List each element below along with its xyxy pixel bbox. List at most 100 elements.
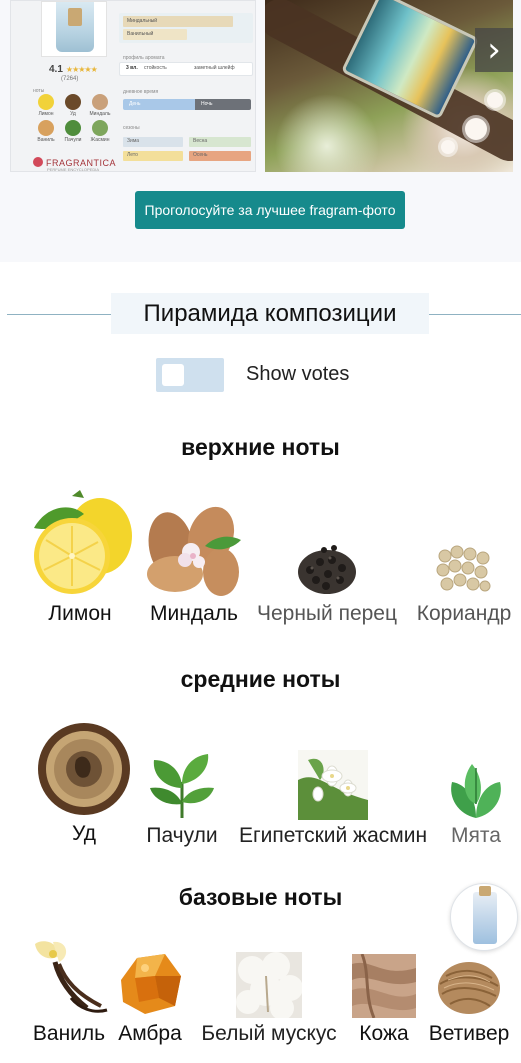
middle-notes-heading: средние ноты xyxy=(180,666,341,692)
mini-rating: 4.1 ★★★★★ xyxy=(49,64,98,75)
top-notes-heading: верхние ноты xyxy=(181,434,340,460)
coriander-icon xyxy=(436,545,491,592)
note-vetiver[interactable]: Ветивер xyxy=(424,954,514,1046)
photo-gallery: Миндальный Ванильный 4.1 ★★★★★ (7264) нот… xyxy=(0,0,521,262)
mini-note: Жасмин xyxy=(87,120,113,145)
toggle-knob xyxy=(162,364,184,386)
mini-profile-panel: 3 вл. стойкость заметный шлейф xyxy=(119,62,253,76)
vote-best-photo-button[interactable]: Проголосуйте за лучшее fragram-фото xyxy=(135,191,405,229)
note-mint[interactable]: Мята xyxy=(446,760,506,848)
fragrantica-logo-icon xyxy=(33,157,43,167)
perfume-cap xyxy=(479,886,491,896)
mini-accords-panel: Миндальный Ванильный xyxy=(119,13,253,43)
mini-note: Лимон xyxy=(33,94,59,119)
mini-note-icon xyxy=(92,94,108,110)
note-label: Черный перец xyxy=(256,602,398,625)
note-label: Египетский жасмин xyxy=(238,824,428,847)
fragram-photo[interactable] xyxy=(265,0,513,172)
note-label: Белый мускус xyxy=(201,1022,337,1045)
jasmine-icon xyxy=(298,750,368,820)
blossom xyxy=(465,118,487,140)
note-coriander[interactable]: Кориандр xyxy=(411,542,517,626)
vetiver-icon xyxy=(438,962,500,1014)
perfume-bottle-thumbnail xyxy=(41,1,107,57)
amber-icon xyxy=(121,954,181,1014)
patchouli-icon xyxy=(150,754,214,818)
white-musk-icon xyxy=(236,952,302,1018)
mini-longevity: 3 вл. xyxy=(126,65,138,71)
note-leather[interactable]: Кожа xyxy=(352,954,416,1046)
note-oud[interactable]: Уд xyxy=(36,720,132,846)
mini-rating-count: (7264) xyxy=(61,76,79,82)
note-almond[interactable]: Миндаль xyxy=(145,506,243,626)
divider-right xyxy=(429,314,521,315)
mini-time-caption: дневное время xyxy=(123,89,159,95)
note-label: Миндаль xyxy=(150,602,238,625)
mini-note-icon xyxy=(38,120,54,136)
mini-note: Миндаль xyxy=(87,94,113,119)
note-vanilla[interactable]: Ваниль xyxy=(28,938,110,1046)
floating-perfume-button[interactable] xyxy=(450,883,518,951)
fragrance-infographic-photo[interactable]: Миндальный Ванильный 4.1 ★★★★★ (7264) нот… xyxy=(10,0,256,172)
lemon-icon xyxy=(34,490,132,594)
mini-note-icon xyxy=(65,94,81,110)
divider-left xyxy=(7,314,111,315)
mini-note: Пачули xyxy=(60,120,86,145)
mini-note-label: Миндаль xyxy=(89,111,111,117)
note-label: Мята xyxy=(451,824,501,847)
show-votes-label: Show votes xyxy=(246,363,350,385)
blossom xyxy=(441,140,455,154)
base-notes-heading: базовые ноты xyxy=(178,884,343,910)
note-amber[interactable]: Амбра xyxy=(114,950,186,1046)
mini-season-summer: Лето xyxy=(123,151,183,161)
mini-night: Ночь xyxy=(195,99,251,110)
note-label: Пачули xyxy=(146,824,218,847)
mini-note: Ваниль xyxy=(33,120,59,145)
mini-note-icon xyxy=(38,94,54,110)
vanilla-icon xyxy=(35,941,108,1013)
leather-icon xyxy=(352,954,416,1018)
mini-accord-1: Миндальный xyxy=(123,16,233,27)
note-label: Кориандр xyxy=(416,602,512,625)
star-icons: ★★★★★ xyxy=(65,65,98,74)
mini-season-winter: Зима xyxy=(123,137,183,147)
mini-note-label: Лимон xyxy=(38,111,54,117)
mini-accord-2: Ванильный xyxy=(123,29,187,40)
mini-day-night-bar: День Ночь xyxy=(123,99,251,110)
note-label: Кожа xyxy=(359,1022,409,1045)
note-black-pepper[interactable]: Черный перец xyxy=(250,540,404,626)
note-white-musk[interactable]: Белый мускус xyxy=(194,952,344,1046)
blossom xyxy=(487,92,503,108)
black-pepper-icon xyxy=(298,545,356,594)
mini-day: День xyxy=(123,99,195,110)
mini-note-label: Жасмин xyxy=(90,137,110,143)
mint-icon xyxy=(451,764,501,818)
note-lemon[interactable]: Лимон xyxy=(26,488,134,626)
mini-note-icon xyxy=(65,120,81,136)
pyramid-title: Пирамида композиции xyxy=(111,293,429,334)
note-label: Лимон xyxy=(48,602,112,625)
mini-season-spring: Весна xyxy=(189,137,251,147)
mini-longevity-label: стойкость xyxy=(144,65,167,71)
mini-note-label: Уд xyxy=(70,111,76,117)
almond-icon xyxy=(147,506,241,596)
note-patchouli[interactable]: Пачули xyxy=(141,748,223,848)
note-label: Уд xyxy=(72,822,96,845)
mini-seasons-caption: сезоны xyxy=(123,125,140,131)
chevron-right-icon[interactable]: › xyxy=(475,28,513,72)
mini-note-icon xyxy=(92,120,108,136)
note-label: Амбра xyxy=(118,1022,182,1045)
mini-note-label: Ваниль xyxy=(37,137,55,143)
note-label: Ветивер xyxy=(428,1022,510,1045)
note-label: Ваниль xyxy=(32,1022,106,1045)
mini-sillage: заметный шлейф xyxy=(194,65,235,71)
oud-icon xyxy=(38,723,130,815)
mini-notes-grid: Лимон Уд Миндаль Ваниль Пачули Жасмин xyxy=(33,94,113,145)
fragrantica-logo-subtitle: PERFUME ENCYCLOPEDIA xyxy=(47,167,100,172)
mini-note-label: Пачули xyxy=(64,137,82,143)
note-egyptian-jasmine[interactable]: Египетский жасмин xyxy=(228,750,438,848)
mini-season-autumn: Осень xyxy=(189,151,251,161)
show-votes-toggle[interactable] xyxy=(156,358,224,392)
perfume-bottle-icon xyxy=(473,892,497,944)
mini-note: Уд xyxy=(60,94,86,119)
